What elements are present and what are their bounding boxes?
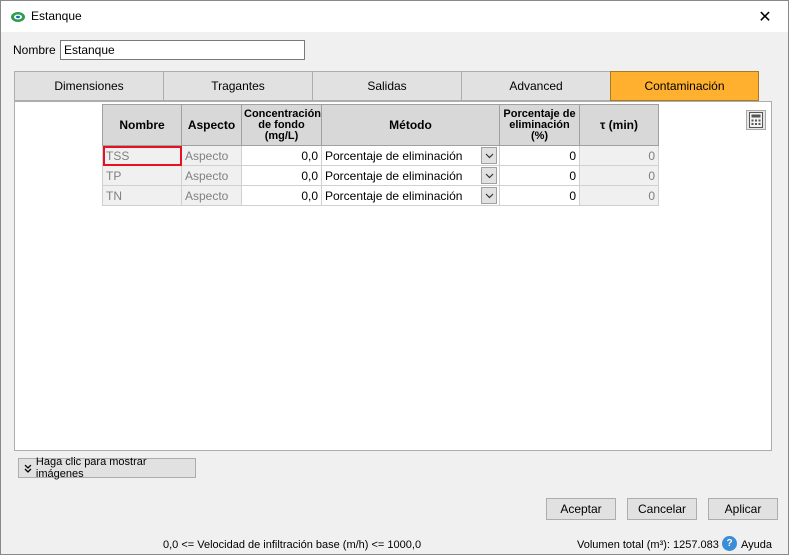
cell-method[interactable]: Porcentaje de eliminación (321, 165, 500, 186)
name-label: Nombre (13, 43, 56, 57)
title-bar: Estanque ✕ (1, 1, 788, 32)
tab-advanced[interactable]: Advanced (461, 71, 610, 101)
close-icon: ✕ (758, 8, 772, 26)
cell-name[interactable]: TSS (102, 145, 182, 166)
header-name[interactable]: Nombre (102, 104, 182, 146)
name-input[interactable] (60, 40, 305, 60)
accept-button[interactable]: Aceptar (546, 498, 616, 520)
method-dropdown-button[interactable] (481, 187, 497, 204)
window-title: Estanque (31, 9, 82, 23)
header-method[interactable]: Método (321, 104, 500, 146)
double-chevron-down-icon (24, 464, 32, 473)
tab-bar: Dimensiones Tragantes Salidas Advanced C… (14, 71, 759, 101)
cell-background-conc[interactable]: 0,0 (241, 165, 322, 186)
dialog-window: Estanque ✕ Nombre Dimensiones Tragantes … (0, 0, 789, 555)
infiltration-range-text: 0,0 <= Velocidad de infiltración base (m… (163, 539, 422, 551)
tab-dimensiones[interactable]: Dimensiones (14, 71, 163, 101)
chevron-down-icon (485, 193, 493, 198)
show-images-button[interactable]: Haga clic para mostrar imágenes (18, 456, 196, 480)
method-value: Porcentaje de eliminación (325, 148, 463, 163)
cell-background-conc[interactable]: 0,0 (241, 145, 322, 166)
cell-aspect[interactable]: Aspecto (181, 165, 242, 186)
app-logo-icon (11, 12, 25, 22)
total-volume-text: Volumen total (m³): 1257.083 (577, 539, 719, 551)
pollutant-table: Nombre Aspecto Concentración de fondo (m… (102, 104, 659, 206)
header-aspect[interactable]: Aspecto (181, 104, 242, 146)
method-value: Porcentaje de eliminación (325, 188, 463, 203)
method-value: Porcentaje de eliminación (325, 168, 463, 183)
chevron-down-icon (485, 173, 493, 178)
cell-removal-pct[interactable]: 0 (499, 145, 580, 166)
method-dropdown-button[interactable] (481, 167, 497, 184)
calculator-icon (749, 112, 763, 128)
table-row: TN Aspecto 0,0 Porcentaje de eliminación… (102, 185, 659, 206)
cell-removal-pct[interactable]: 0 (499, 185, 580, 206)
apply-button[interactable]: Aplicar (708, 498, 778, 520)
header-tau[interactable]: τ (min) (579, 104, 659, 146)
close-button[interactable]: ✕ (742, 1, 788, 32)
cancel-button[interactable]: Cancelar (627, 498, 697, 520)
cell-background-conc[interactable]: 0,0 (241, 185, 322, 206)
cell-tau: 0 (579, 165, 659, 186)
table-row: TSS Aspecto 0,0 Porcentaje de eliminació… (102, 145, 659, 166)
cell-name[interactable]: TN (102, 185, 182, 206)
show-images-label: Haga clic para mostrar imágenes (35, 456, 147, 480)
cell-method[interactable]: Porcentaje de eliminación (321, 185, 500, 206)
header-removal-pct[interactable]: Porcentaje de eliminación (%) (499, 104, 580, 146)
help-link[interactable]: Ayuda (741, 539, 772, 551)
tab-contaminacion[interactable]: Contaminación (610, 71, 759, 101)
cell-removal-pct[interactable]: 0 (499, 165, 580, 186)
table-header-row: Nombre Aspecto Concentración de fondo (m… (102, 104, 659, 146)
cell-aspect[interactable]: Aspecto (181, 185, 242, 206)
cell-tau: 0 (579, 145, 659, 166)
tab-salidas[interactable]: Salidas (312, 71, 461, 101)
calculator-button[interactable] (746, 110, 766, 130)
table-row: TP Aspecto 0,0 Porcentaje de eliminación… (102, 165, 659, 186)
cell-method[interactable]: Porcentaje de eliminación (321, 145, 500, 166)
header-background-conc[interactable]: Concentración de fondo (mg/L) (241, 104, 322, 146)
help-icon[interactable]: ? (722, 536, 737, 551)
cell-name[interactable]: TP (102, 165, 182, 186)
method-dropdown-button[interactable] (481, 147, 497, 164)
cell-tau: 0 (579, 185, 659, 206)
cell-aspect[interactable]: Aspecto (181, 145, 242, 166)
tab-tragantes[interactable]: Tragantes (163, 71, 312, 101)
chevron-down-icon (485, 153, 493, 158)
